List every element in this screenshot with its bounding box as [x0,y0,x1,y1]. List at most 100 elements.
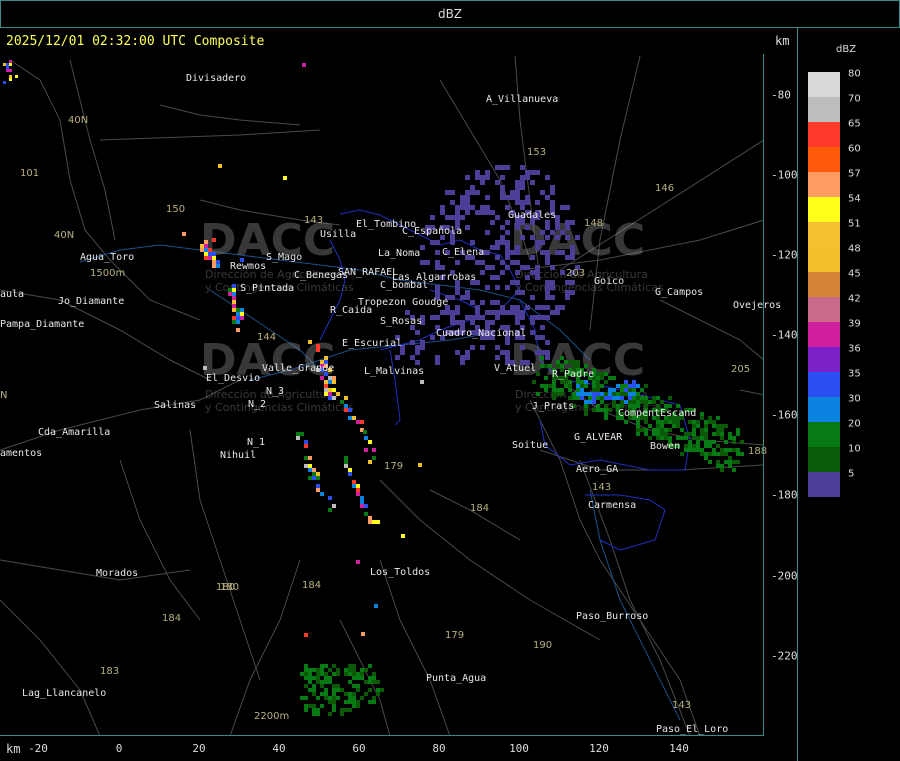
radar-echo-cell [612,400,616,404]
radar-echo-cell [728,436,732,440]
radar-echo-cell [545,295,550,300]
place-label: Guadales [508,210,557,221]
radar-echo-cell [535,275,540,280]
radar-echo-cell [604,392,608,396]
radar-echo-cell [352,664,356,668]
radar-echo-cell [236,328,240,332]
radar-echo-cell [604,372,608,376]
radar-echo-cell [712,440,716,444]
radar-echo-cell [348,672,352,676]
radar-echo-cell [348,408,352,412]
radar-echo-cell [320,692,324,696]
radar-echo-cell [692,420,696,424]
radar-echo-cell [430,335,435,340]
place-label: V_Atuel [494,363,537,374]
radar-echo-cell [720,464,724,468]
radar-echo-cell [556,364,560,368]
radar-echo-cell [712,432,716,436]
radar-echo-cell [545,250,550,255]
radar-echo-cell [485,230,490,235]
radar-echo-cell [328,700,332,704]
radar-echo-cell [360,668,364,672]
legend-swatch [808,172,840,197]
radar-echo-cell [616,396,620,400]
radar-echo-cell [363,430,367,434]
radar-echo-cell [415,360,420,365]
radar-echo-cell [320,664,324,668]
place-label: C_Benegas [294,270,349,281]
radar-echo-cell [592,408,596,412]
radar-echo-cell [308,676,312,680]
radar-echo-cell [470,315,475,320]
y-unit-label: km [775,34,790,48]
radar-echo-cell [465,195,470,200]
radar-echo-cell [680,428,684,432]
radar-echo-cell [475,175,480,180]
radar-echo-cell [732,448,736,452]
radar-echo-cell [212,238,216,242]
radar-echo-cell [696,436,700,440]
radar-echo-cell [545,355,550,360]
route-label: 184 [162,613,182,624]
radar-echo-cell [515,315,520,320]
radar-echo-cell [376,680,380,684]
radar-echoes [3,60,744,716]
radar-echo-cell [340,708,344,712]
radar-echo-cell [560,392,564,396]
radar-echo-cell [6,69,9,72]
radar-echo-cell [736,460,740,464]
radar-echo-cell [604,396,608,400]
radar-echo-cell [455,290,460,295]
radar-echo-cell [704,456,708,460]
radar-echo-cell [240,316,244,320]
radar-echo-cell [652,432,656,436]
radar-echo-cell [530,295,535,300]
route-label: 184 [302,580,322,591]
radar-echo-cell [212,256,216,260]
radar-echo-cell [712,424,716,428]
radar-echo-cell [320,684,324,688]
radar-echo-cell [724,452,728,456]
radar-echo-cell [308,340,312,344]
radar-echo-cell [510,190,515,195]
radar-echo-cell [360,504,364,508]
radar-echo-cell [376,688,380,692]
radar-echo-cell [564,360,568,364]
radar-echo-cell [395,355,400,360]
radar-echo-cell [352,484,356,488]
radar-echo-cell [465,200,470,205]
radar-echo-cell [356,672,360,676]
radar-echo-cell [692,432,696,436]
radar-echo-cell [510,260,515,265]
radar-echo-cell [368,440,372,444]
radar-echo-cell [465,225,470,230]
radar-echo-cell [560,388,564,392]
radar-echo-cell [312,476,316,480]
legend-label: 70 [848,93,861,105]
radar-echo-cell [624,420,628,424]
radar-echo-cell [470,205,475,210]
radar-echo-cell [316,348,320,352]
radar-echo-cell [612,404,616,408]
radar-echo-cell [510,310,515,315]
radar-echo-cell [465,205,470,210]
radar-echo-cell [465,315,470,320]
radar-echo-cell [500,165,505,170]
radar-echo-cell [376,692,380,696]
radar-echo-cell [616,392,620,396]
radar-echo-cell [720,452,724,456]
radar-echo-cell [300,672,304,676]
radar-echo-cell [624,392,628,396]
place-label: aula [0,289,25,300]
radar-echo-cell [316,672,320,676]
radar-echo-cell [604,380,608,384]
legend-label: 45 [848,268,861,280]
radar-echo-cell [716,428,720,432]
radar-echo-cell [664,420,668,424]
radar-echo-cell [592,380,596,384]
radar-echo-cell [565,295,570,300]
radar-echo-cell [632,384,636,388]
radar-echo-cell [320,668,324,672]
radar-echo-cell [332,376,336,380]
route-label: N [0,390,8,401]
